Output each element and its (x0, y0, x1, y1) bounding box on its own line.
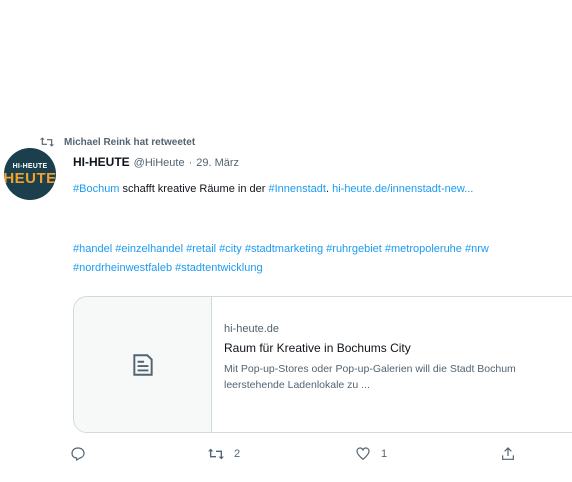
retweet-icon (208, 448, 224, 460)
hashtag-innenstadt[interactable]: #Innenstadt (268, 183, 326, 195)
share-button[interactable] (500, 446, 516, 462)
retweet-indicator: Michael Reink hat retweetet (40, 134, 195, 150)
hashtag-list[interactable]: #handel #einzelhandel #retail #city #sta… (73, 240, 553, 278)
share-icon (502, 447, 514, 460)
retweet-count: 2 (234, 448, 241, 460)
body-text-middle: schafft kreative Räume in der (119, 183, 269, 195)
document-icon (132, 353, 153, 376)
author-name[interactable]: HI-HEUTE (73, 155, 130, 169)
like-button[interactable]: 1 (355, 446, 387, 462)
article-link[interactable]: hi-heute.de/innenstadt-new... (332, 183, 473, 195)
tweet-date[interactable]: 29. März (196, 157, 239, 169)
hashtag-bochum[interactable]: #Bochum (73, 183, 119, 195)
like-count: 1 (381, 448, 388, 460)
heart-icon (356, 447, 370, 461)
header-separator: · (188, 157, 193, 169)
card-domain: hi-heute.de (224, 323, 280, 335)
retweet-label[interactable]: Michael Reink hat retweetet (64, 137, 195, 148)
card-title: Raum für Kreative in Bochums City (224, 341, 411, 355)
tweet-header: HI-HEUTE @HiHeute · 29. März (73, 155, 239, 169)
tweet-body: #Bochum schafft kreative Räume in der #I… (73, 180, 553, 199)
reply-icon (71, 447, 85, 462)
link-preview-card[interactable]: hi-heute.de Raum für Kreative in Bochums… (73, 296, 572, 433)
card-info: hi-heute.de Raum für Kreative in Bochums… (212, 297, 564, 432)
tweet-actions: 2 1 (70, 446, 530, 466)
avatar-main-text: HEUTE (4, 169, 56, 187)
avatar[interactable]: HI-HEUTE HEUTE (4, 148, 56, 200)
reply-button[interactable] (70, 446, 96, 462)
card-thumbnail (74, 297, 212, 432)
retweet-icon (40, 137, 54, 147)
card-description: Mit Pop-up-Stores oder Pop-up-Galerien w… (224, 363, 516, 391)
tweet[interactable]: Michael Reink hat retweetet HI-HEUTE HEU… (0, 128, 572, 482)
retweet-button[interactable]: 2 (208, 446, 240, 462)
author-handle[interactable]: @HiHeute (134, 157, 185, 169)
